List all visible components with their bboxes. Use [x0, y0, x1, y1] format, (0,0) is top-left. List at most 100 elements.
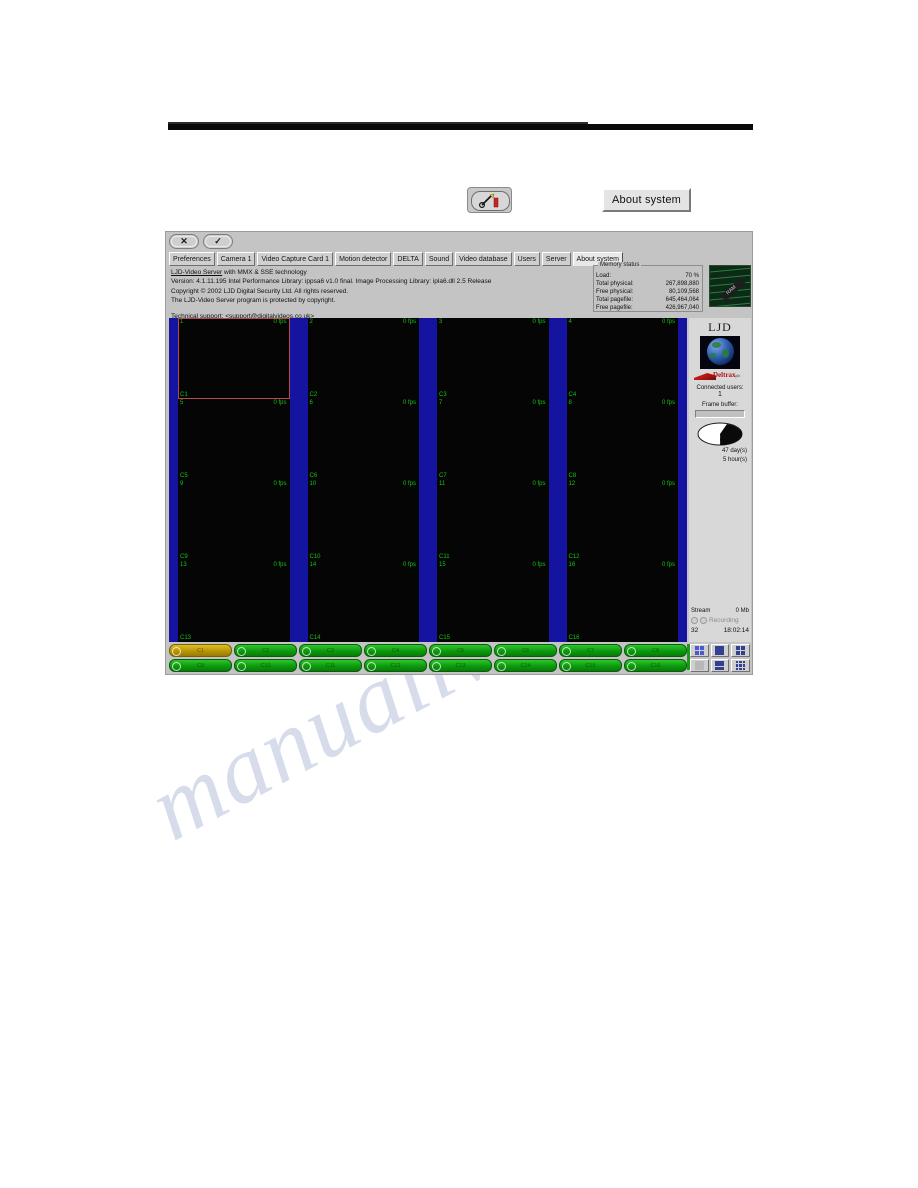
brand-logo-text: LJD: [708, 320, 732, 334]
memory-row-total-pagefile: Total pagefile: 645,464,064: [596, 296, 699, 304]
memory-status-legend: Memory status: [598, 262, 642, 268]
disk-usage-pie-chart: [697, 422, 743, 446]
connected-users-value: 1: [718, 391, 722, 398]
globe-land-3: [710, 353, 716, 358]
memory-free-pagefile-label: Free pagefile:: [596, 305, 633, 312]
camera-status-row-2: C9 C10 C11 C12 C13 C14 C15 C16: [169, 659, 687, 672]
tab-preferences[interactable]: Preferences: [169, 252, 215, 266]
close-icon: ✕: [180, 236, 188, 246]
tab-server[interactable]: Server: [541, 252, 571, 266]
camera-cell-8[interactable]: 8 0 fps C8: [566, 399, 678, 480]
apply-button[interactable]: ✓: [203, 234, 233, 249]
tab-users[interactable]: Users: [513, 252, 540, 266]
camera-status-c1[interactable]: C1: [169, 644, 232, 657]
tab-motion-detector[interactable]: Motion detector: [335, 252, 392, 266]
product-suffix: with MMX & SSE technology: [222, 269, 307, 276]
status-label: C11: [325, 662, 336, 669]
camera-cell-16[interactable]: 16 0 fps C16: [566, 561, 678, 642]
deltrax-logo: Deltraxplc: [693, 370, 747, 381]
camera-status-c6[interactable]: C6: [494, 644, 557, 657]
camera-cell-2[interactable]: 2 0 fps C2: [307, 318, 419, 399]
camera-status-c3[interactable]: C3: [299, 644, 362, 657]
status-label: C16: [650, 662, 661, 669]
memory-free-physical-value: 80,109,568: [668, 289, 699, 296]
record-led-icon-2: [700, 617, 707, 624]
layout-blank-icon: [694, 661, 704, 670]
camera-status-c15[interactable]: C15: [559, 659, 622, 672]
layout-grid-9-button[interactable]: [731, 644, 750, 657]
cell-camera-label: C1: [180, 392, 188, 398]
tab-delta[interactable]: DELTA: [393, 252, 423, 266]
frame-buffer-label: Frame buffer:: [702, 402, 738, 408]
globe-land-1: [712, 342, 721, 348]
layout-split-bottom-button[interactable]: [710, 659, 730, 672]
camera-cell-9[interactable]: 9 0 fps C9: [178, 480, 290, 561]
tab-sound[interactable]: Sound: [424, 252, 454, 266]
camera-cell-13[interactable]: 13 0 fps C13: [178, 561, 290, 642]
about-version-line: Version: 4.1.11.195 Intel Performance Li…: [171, 278, 492, 286]
memory-row-free-physical: Free physical: 80,109,568: [596, 288, 699, 296]
memory-status-rows: Load: 70 % Total physical: 267,898,880 F…: [596, 272, 699, 312]
camera-status-c11[interactable]: C11: [299, 659, 362, 672]
ljd-video-server-window: ✕ ✓ Preferences Camera 1 Video Capture C…: [165, 231, 753, 675]
cell-fps: 0 fps: [402, 562, 416, 568]
camera-cell-14[interactable]: 14 0 fps C14: [307, 561, 419, 642]
camera-cell-12[interactable]: 12 0 fps C12: [566, 480, 678, 561]
memory-load-value: 70 %: [685, 273, 699, 279]
camera-cell-15[interactable]: 15 0 fps C15: [437, 561, 549, 642]
layout-single-button[interactable]: [710, 644, 730, 657]
camera-cell-1[interactable]: 1 0 fps C1: [178, 318, 290, 399]
status-label: C12: [390, 662, 401, 669]
memory-total-physical-label: Total physical:: [596, 281, 634, 288]
camera-status-c2[interactable]: C2: [234, 644, 297, 657]
camera-cell-5[interactable]: 5 0 fps C5: [178, 399, 290, 480]
camera-cell-11[interactable]: 11 0 fps C11: [437, 480, 549, 561]
check-icon: ✓: [214, 236, 222, 246]
tab-camera-1[interactable]: Camera 1: [216, 252, 256, 266]
globe-sphere: [707, 338, 734, 365]
tools-icon-button[interactable]: [467, 187, 512, 213]
layout-blank-button[interactable]: [690, 659, 709, 672]
camera-status-c16[interactable]: C16: [624, 659, 687, 672]
layout-grid-16-icon: [736, 661, 746, 670]
cancel-button[interactable]: ✕: [169, 234, 199, 249]
clock-row: 32 18:02:14: [691, 627, 749, 634]
cell-camera-label: C15: [439, 635, 451, 641]
layout-grid-16-button[interactable]: [731, 659, 750, 672]
camera-status-c14[interactable]: C14: [494, 659, 557, 672]
cell-number: 10: [309, 481, 317, 487]
cell-fps: 0 fps: [402, 481, 416, 487]
cell-fps: 0 fps: [273, 562, 287, 568]
cell-fps: 0 fps: [402, 319, 416, 325]
cell-camera-label: C16: [568, 635, 580, 641]
cell-fps: 0 fps: [661, 400, 675, 406]
camera-status-c12[interactable]: C12: [364, 659, 427, 672]
stream-value: 0 Mb: [735, 608, 749, 614]
memory-row-load: Load: 70 %: [596, 272, 699, 280]
about-system-callout-button[interactable]: About system: [602, 188, 691, 212]
video-grid-area: 1 0 fps C1 2 0 fps C2 3 0 fps C3 4 0 fps…: [169, 318, 687, 642]
camera-cell-6[interactable]: 6 0 fps C6: [307, 399, 419, 480]
tab-video-database[interactable]: Video database: [455, 252, 512, 266]
deltrax-name: Deltrax: [713, 371, 736, 379]
cell-number: 6: [309, 400, 313, 406]
camera-cell-4[interactable]: 4 0 fps C4: [566, 318, 678, 399]
tab-video-capture-card-1[interactable]: Video Capture Card 1: [257, 252, 334, 266]
cell-fps: 0 fps: [273, 400, 287, 406]
camera-cell-3[interactable]: 3 0 fps C3: [437, 318, 549, 399]
cell-number: 13: [180, 562, 187, 568]
camera-status-c7[interactable]: C7: [559, 644, 622, 657]
camera-cell-7[interactable]: 7 0 fps C7: [437, 399, 549, 480]
camera-status-c8[interactable]: C8: [624, 644, 687, 657]
camera-status-c4[interactable]: C4: [364, 644, 427, 657]
camera-cell-10[interactable]: 10 0 fps C10: [307, 480, 419, 561]
camera-status-c10[interactable]: C10: [234, 659, 297, 672]
camera-status-c5[interactable]: C5: [429, 644, 492, 657]
layout-quad-button[interactable]: [690, 644, 709, 657]
camera-status-c13[interactable]: C13: [429, 659, 492, 672]
about-protection-line: The LJD-Video Server program is protecte…: [171, 297, 336, 305]
cell-camera-label: C5: [180, 473, 188, 479]
camera-status-c9[interactable]: C9: [169, 659, 232, 672]
memory-status-group: Memory status Load: 70 % Total physical:…: [593, 262, 703, 312]
cell-number: 7: [439, 400, 443, 406]
